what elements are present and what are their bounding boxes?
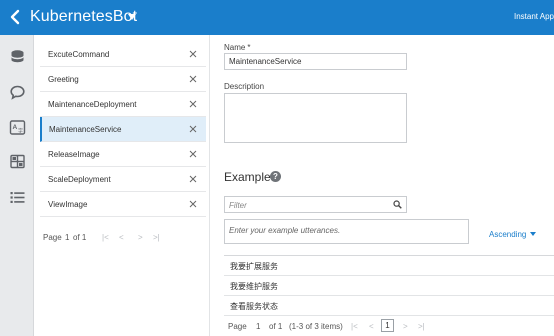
translate-icon[interactable]: A 字: [9, 119, 26, 136]
pager-of-label: of 1: [269, 322, 283, 331]
close-icon[interactable]: [189, 125, 197, 133]
utterance-text: 查看服务状态: [230, 302, 278, 311]
name-input[interactable]: [224, 53, 407, 70]
current-page-button[interactable]: 1: [381, 319, 394, 332]
intent-item-releaseimage[interactable]: ReleaseImage: [40, 142, 206, 167]
pager-page-label: Page: [43, 233, 62, 242]
title-dropdown-caret-icon[interactable]: [128, 14, 136, 20]
name-label-text: Name: [224, 43, 246, 52]
intent-item-excutecommand[interactable]: ExcuteCommand: [40, 42, 206, 67]
close-icon[interactable]: [189, 175, 197, 183]
instant-app-link[interactable]: Instant App: [514, 11, 554, 23]
name-field-label: Name *: [224, 42, 250, 53]
next-page-icon[interactable]: >: [138, 232, 143, 243]
intent-item-maintenanceservice[interactable]: MaintenanceService: [40, 117, 206, 142]
last-page-icon[interactable]: >|: [153, 232, 160, 243]
last-page-icon[interactable]: >|: [418, 321, 425, 332]
intent-item-viewimage[interactable]: ViewImage: [40, 192, 206, 217]
table-row[interactable]: 查看服务状态: [224, 296, 554, 316]
search-icon[interactable]: [393, 200, 402, 209]
app-header: KubernetesBot Instant App: [0, 0, 554, 35]
components-icon[interactable]: [9, 153, 26, 170]
utterance-table: 我要扩展服务 我要维护服务 查看服务状态: [224, 255, 554, 316]
filter-placeholder: Filter: [229, 201, 247, 210]
first-page-icon[interactable]: |<: [102, 232, 109, 243]
svg-text:A: A: [13, 124, 18, 131]
close-icon[interactable]: [189, 200, 197, 208]
intent-list-panel: ExcuteCommand Greeting MaintenanceDeploy…: [34, 35, 210, 336]
close-icon[interactable]: [189, 150, 197, 158]
table-row[interactable]: 我要维护服务: [224, 276, 554, 296]
utterance-text: 我要维护服务: [230, 282, 278, 291]
table-row[interactable]: 我要扩展服务: [224, 256, 554, 276]
app-title: KubernetesBot: [30, 8, 138, 25]
intent-item-scaledeployment[interactable]: ScaleDeployment: [40, 167, 206, 192]
list-icon[interactable]: [9, 189, 26, 206]
next-page-icon[interactable]: >: [403, 321, 408, 332]
previous-page-icon[interactable]: <: [119, 232, 124, 243]
pager-page-value[interactable]: 1: [256, 321, 260, 332]
intent-item-maintenancedeployment[interactable]: MaintenanceDeployment: [40, 92, 206, 117]
sort-order-select[interactable]: Ascending: [489, 229, 526, 240]
close-icon[interactable]: [189, 75, 197, 83]
filter-input[interactable]: Filter: [224, 196, 407, 213]
pager-page-value[interactable]: 1: [65, 232, 69, 243]
chevron-down-icon[interactable]: [530, 232, 536, 236]
intent-label: ExcuteCommand: [48, 50, 110, 59]
intent-item-greeting[interactable]: Greeting: [40, 67, 206, 92]
intent-label: MaintenanceService: [49, 125, 122, 134]
pager-page-label: Page: [228, 322, 247, 331]
close-icon[interactable]: [189, 50, 197, 58]
previous-page-icon[interactable]: <: [369, 321, 374, 332]
left-icon-rail: A 字: [0, 35, 34, 336]
intent-label: Greeting: [48, 75, 79, 84]
required-marker: *: [247, 43, 251, 52]
intent-label: MaintenanceDeployment: [48, 100, 137, 109]
intent-editor-form: Name* Description Examples ? Filter Ente…: [210, 35, 554, 336]
examples-title: Examples: [224, 170, 277, 184]
pager-items-label: (1-3 of 3 items): [289, 322, 343, 331]
back-chevron-icon[interactable]: [8, 8, 22, 26]
first-page-icon[interactable]: |<: [351, 321, 358, 332]
chat-bubble-icon[interactable]: [9, 84, 26, 101]
help-icon[interactable]: ?: [270, 171, 281, 182]
intent-label: ScaleDeployment: [48, 175, 111, 184]
utterance-text: 我要扩展服务: [230, 262, 278, 271]
description-textarea[interactable]: [224, 93, 407, 143]
database-icon[interactable]: [9, 49, 26, 66]
utterance-placeholder: Enter your example utterances.: [229, 226, 341, 235]
intent-label: ViewImage: [48, 200, 88, 209]
svg-text:字: 字: [18, 128, 23, 135]
pager-of-label: of 1: [73, 233, 87, 242]
close-icon[interactable]: [189, 100, 197, 108]
utterance-input[interactable]: Enter your example utterances.: [224, 219, 469, 244]
description-label: Description: [224, 82, 265, 91]
intent-label: ReleaseImage: [48, 150, 100, 159]
